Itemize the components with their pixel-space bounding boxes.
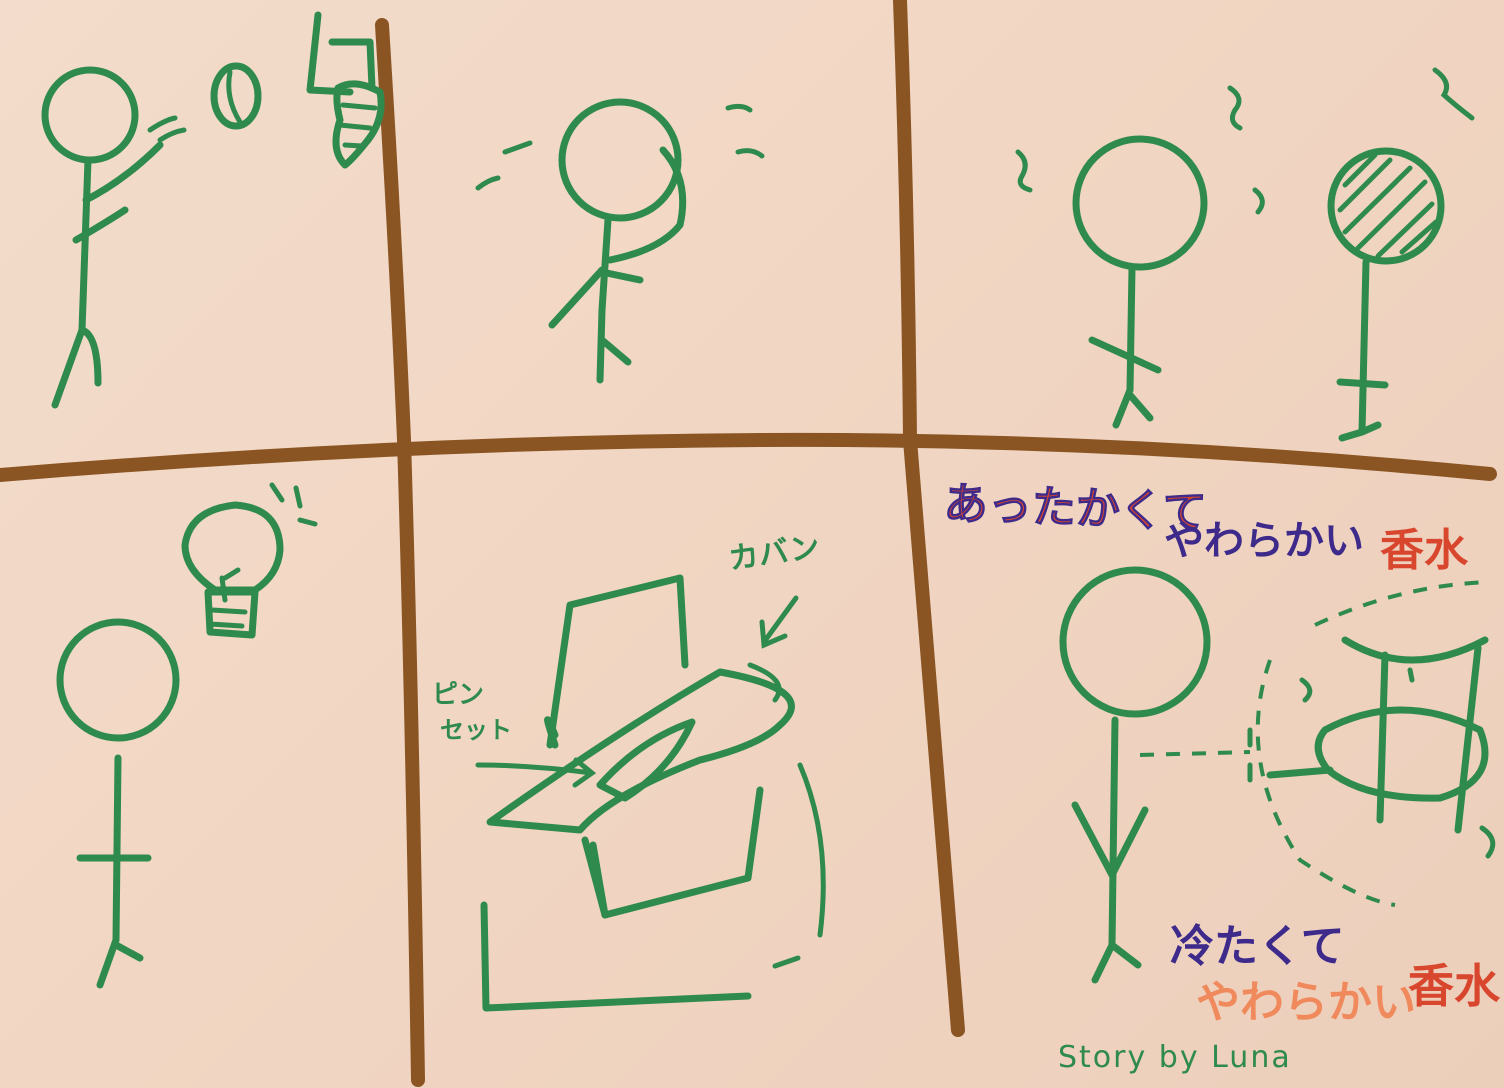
arrow-icon bbox=[475, 595, 799, 788]
ball-icon bbox=[210, 62, 262, 130]
perfume-bottle-drawing bbox=[1139, 580, 1496, 907]
panel4-stick-figure bbox=[56, 618, 180, 989]
panel3-caption-soft-bottom: やわらかい bbox=[1196, 977, 1416, 1028]
panel-divider-horizontal bbox=[0, 432, 1497, 482]
panel-divider-vertical-left bbox=[375, 18, 425, 1087]
panel3-shadow-figure bbox=[1327, 147, 1445, 442]
panel1-stick-figure bbox=[41, 66, 187, 409]
panel2-stick-figure bbox=[475, 98, 765, 384]
signature: Story by Luna bbox=[1058, 1040, 1292, 1075]
panel3-caption-perfume-top: 香水 bbox=[1380, 525, 1468, 576]
lightbulb-icon bbox=[181, 482, 318, 639]
basketball-hoop-icon bbox=[306, 11, 385, 169]
panel3-caption-perfume-bottom: 香水 bbox=[1408, 959, 1500, 1013]
tweezers-label-line1: ピン bbox=[432, 680, 485, 710]
panel3-caption-cold: 冷たくて bbox=[1170, 921, 1345, 972]
tweezers-label-line2: セット bbox=[440, 716, 512, 744]
comic-sheet: あったかくて やわらかい 香水 冷たくて やわらかい 香水 カバン ピン セット… bbox=[0, 0, 1504, 1088]
panel3-caption-soft-top: やわらかい bbox=[1164, 518, 1364, 564]
